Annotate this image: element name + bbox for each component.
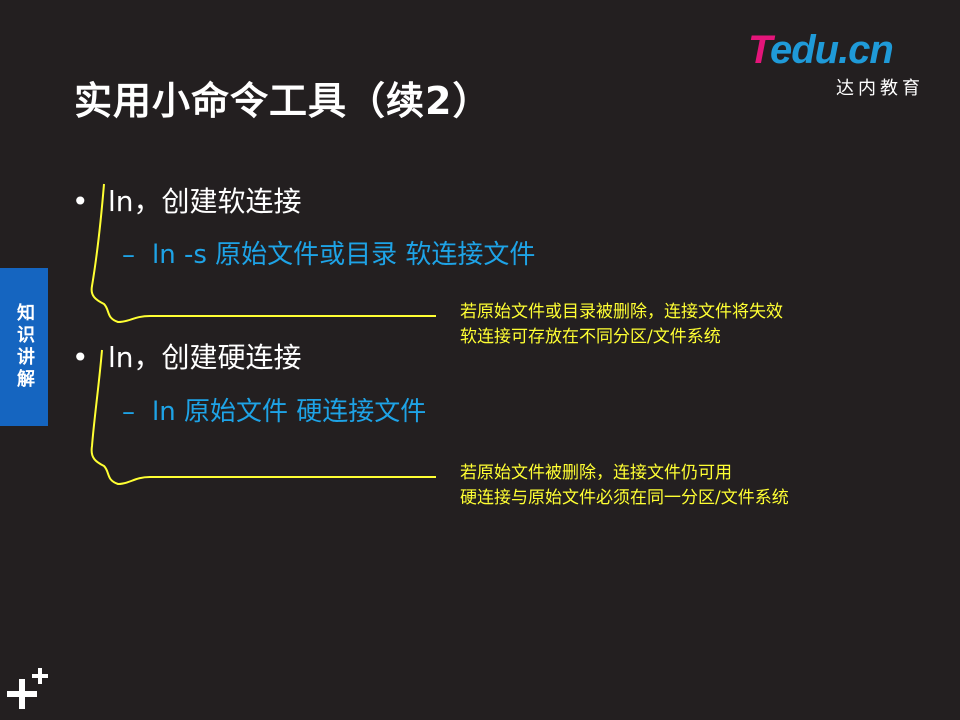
annotation-braces [90, 183, 436, 486]
plus-plus-icon [7, 668, 48, 709]
annotation-hard-link: 若原始文件被删除，连接文件仍可用 硬连接与原始文件必须在同一分区/文件系统 [460, 461, 789, 511]
annotation-line: 若原始文件被删除，连接文件仍可用 [460, 463, 732, 483]
annotation-brace-2 [90, 349, 436, 486]
annotation-line: 若原始文件或目录被删除，连接文件将失效 [460, 302, 783, 322]
annotation-line: 软连接可存放在不同分区/文件系统 [460, 327, 721, 347]
annotation-line: 硬连接与原始文件必须在同一分区/文件系统 [460, 488, 789, 508]
annotation-brace-1 [90, 183, 436, 324]
annotation-soft-link: 若原始文件或目录被删除，连接文件将失效 软连接可存放在不同分区/文件系统 [460, 300, 783, 350]
